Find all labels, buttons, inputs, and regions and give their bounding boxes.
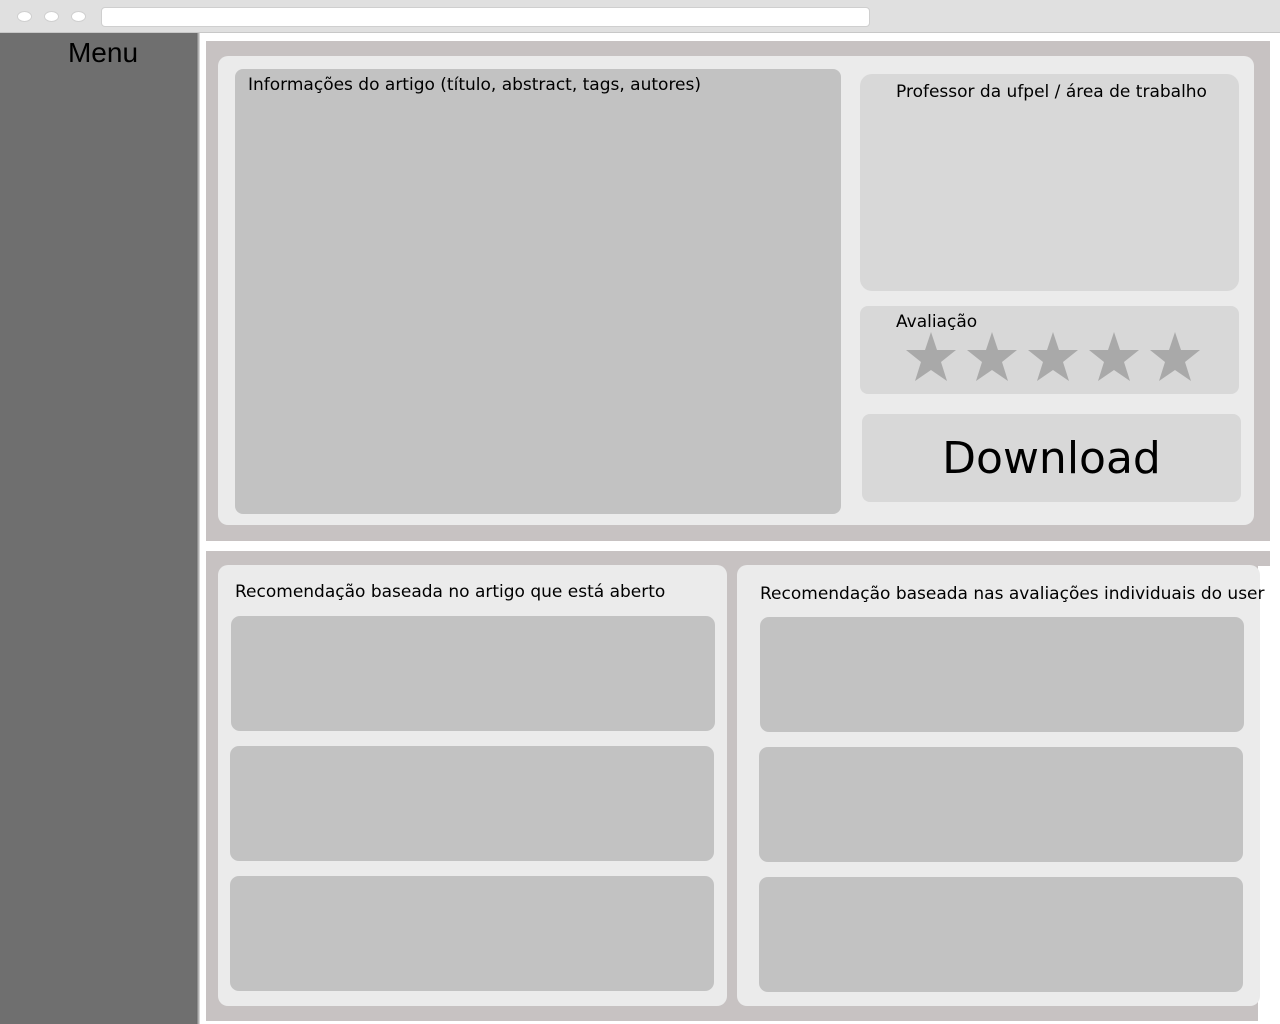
menu-title[interactable]: Menu <box>0 33 206 73</box>
window-maximize-button[interactable] <box>71 11 86 22</box>
recommendations-by-user-label: Recomendação baseada nas avaliações indi… <box>760 584 1265 604</box>
professor-info-label: Professor da ufpel / área de trabalho <box>896 82 1207 102</box>
recommendation-card[interactable] <box>759 877 1243 992</box>
recommendation-card[interactable] <box>231 616 715 731</box>
star-icon[interactable] <box>1027 331 1079 383</box>
recommendation-card[interactable] <box>230 746 714 861</box>
star-icon[interactable] <box>905 331 957 383</box>
article-info-box <box>235 69 841 514</box>
window-minimize-button[interactable] <box>44 11 59 22</box>
star-icon[interactable] <box>966 331 1018 383</box>
window-close-button[interactable] <box>17 11 32 22</box>
article-info-label: Informações do artigo (título, abstract,… <box>248 75 702 95</box>
rating-stars[interactable] <box>905 331 1205 387</box>
recommendation-card[interactable] <box>760 617 1244 732</box>
recommendations-by-article-label: Recomendação baseada no artigo que está … <box>235 582 666 602</box>
recommendation-card[interactable] <box>230 876 714 991</box>
sidebar-menu[interactable] <box>0 33 196 1024</box>
recommendation-card[interactable] <box>759 747 1243 862</box>
address-bar[interactable] <box>101 7 870 27</box>
star-icon[interactable] <box>1088 331 1140 383</box>
sidebar-divider <box>196 33 200 1024</box>
star-icon[interactable] <box>1149 331 1201 383</box>
professor-info-box <box>860 74 1239 291</box>
download-button[interactable]: Download <box>862 414 1241 502</box>
